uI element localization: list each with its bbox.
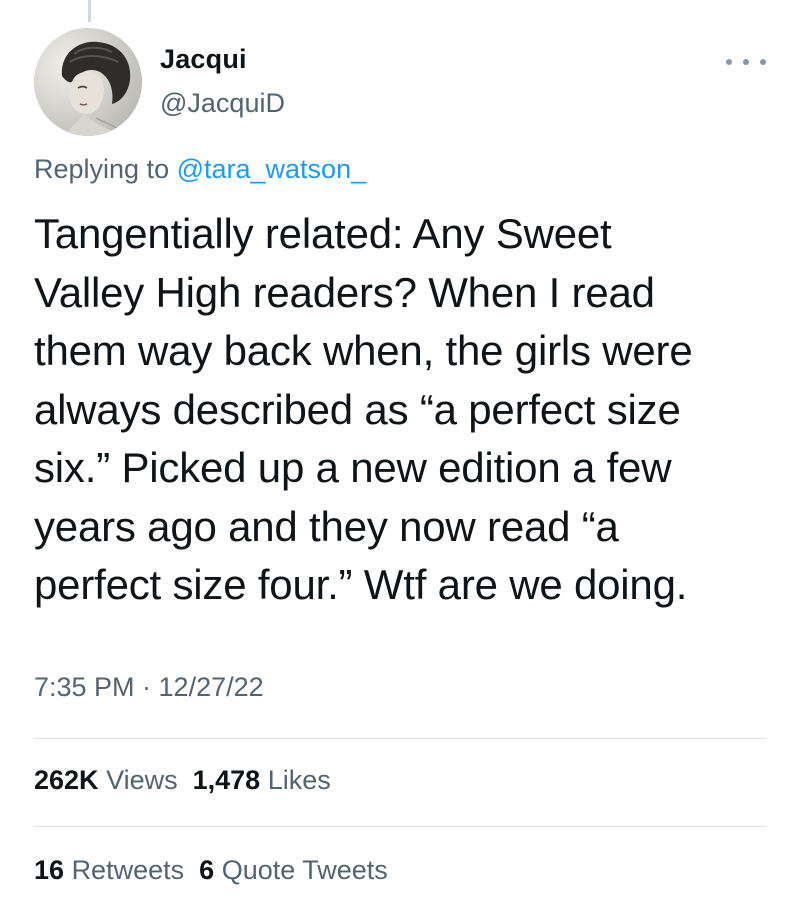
replying-prefix: Replying to [34,154,177,184]
replying-to-line: Replying to @tara_watson_ [34,154,366,185]
tweet-body-text: Tangentially related: Any Sweet Valley H… [34,210,693,608]
more-dot-icon [760,59,766,65]
views-label: Views [106,765,178,795]
retweets-count: 16 [34,855,65,885]
retweets-label: Retweets [71,855,185,885]
tweet-timestamp[interactable]: 7:35 PM · 12/27/22 [34,672,264,703]
likes-count: 1,478 [192,765,261,795]
thread-connector-line [88,0,91,22]
likes-label: Likes [267,765,331,795]
retweets-stat[interactable]: 16 Retweets [34,855,184,885]
more-dot-icon [743,59,749,65]
divider [34,826,766,827]
replying-to-mention-link[interactable]: @tara_watson_ [177,154,367,184]
engagement-stats-row-retweets-quotes: 16 Retweets 6 Quote Tweets [34,855,388,886]
quotes-label: Quote Tweets [221,855,388,885]
avatar-portrait-image [34,28,142,136]
quotes-count: 6 [199,855,215,885]
more-dot-icon [726,59,732,65]
likes-stat[interactable]: 1,478 Likes [193,765,331,795]
divider [34,738,766,739]
more-options-icon[interactable] [726,52,766,72]
author-display-name[interactable]: Jacqui [160,44,247,75]
avatar[interactable] [34,28,142,136]
engagement-stats-row-views-likes: 262K Views 1,478 Likes [34,765,331,796]
views-stat[interactable]: 262K Views [34,765,178,795]
quote-tweets-stat[interactable]: 6 Quote Tweets [199,855,388,885]
views-count: 262K [34,765,99,795]
author-handle[interactable]: @JacquiD [160,88,285,119]
